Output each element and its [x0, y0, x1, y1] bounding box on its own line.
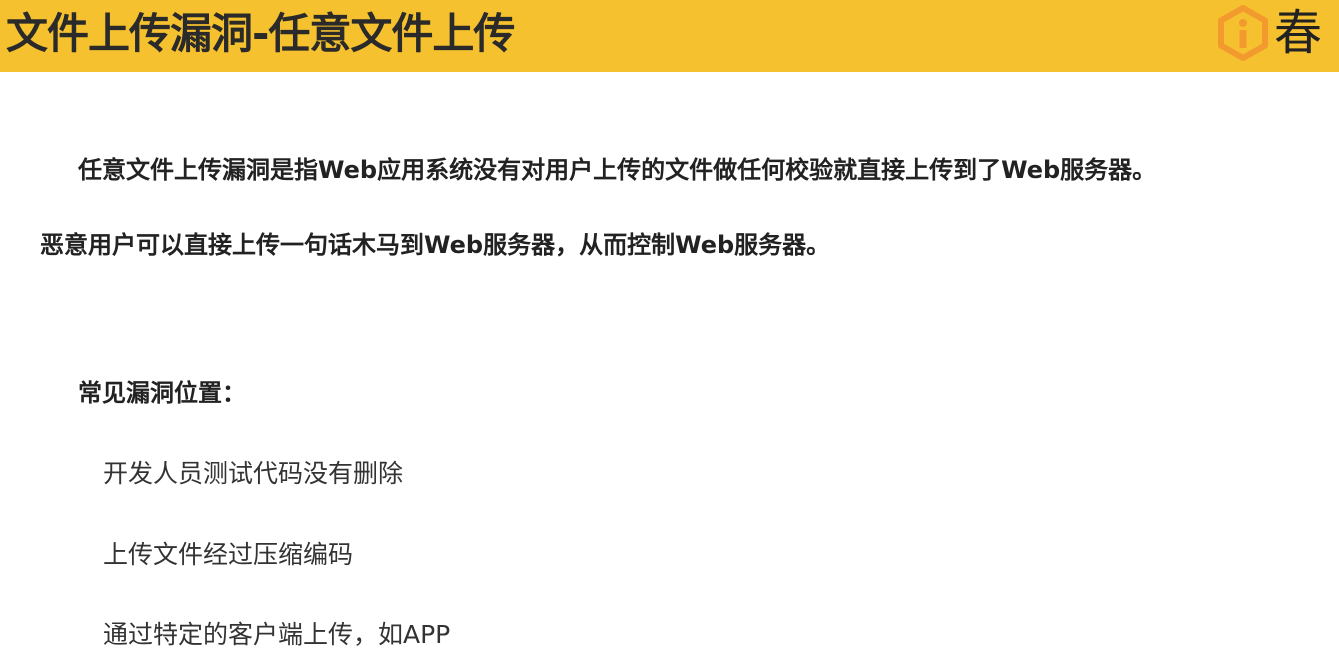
paragraph-impact: 恶意用户可以直接上传一句话木马到Web服务器，从而控制Web服务器。 [40, 231, 831, 259]
section-heading: 常见漏洞位置： [78, 379, 246, 407]
list-item: 通过特定的客户端上传，如APP [103, 620, 451, 649]
slide-title: 文件上传漏洞-任意文件上传 [6, 9, 515, 58]
title-bar: 文件上传漏洞-任意文件上传 春 [0, 0, 1339, 72]
logo: 春 [1214, 4, 1338, 62]
paragraph-definition: 任意文件上传漏洞是指Web应用系统没有对用户上传的文件做任何校验就直接上传到了W… [78, 156, 1157, 184]
list-item: 上传文件经过压缩编码 [103, 540, 354, 569]
hexagon-logo-icon [1218, 5, 1268, 61]
logo-text: 春 [1274, 5, 1323, 61]
list-item: 开发人员测试代码没有删除 [103, 459, 404, 488]
